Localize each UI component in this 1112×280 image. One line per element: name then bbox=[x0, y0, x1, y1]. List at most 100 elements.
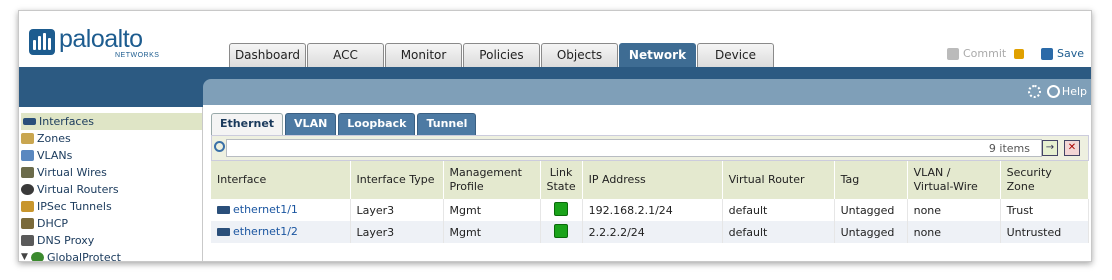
search-icon bbox=[214, 141, 225, 152]
paloalto-logo: paloalto NETWORKS bbox=[29, 25, 179, 59]
col-tag[interactable]: Tag bbox=[834, 161, 908, 199]
sidebar-item-dns-proxy[interactable]: DNS Proxy bbox=[19, 232, 202, 249]
main-panel: Ethernet VLAN Loopback Tunnel 9 items → … bbox=[203, 105, 1091, 261]
help-button[interactable]: Help bbox=[1046, 85, 1087, 98]
sidebar-item-ipsec-tunnels[interactable]: IPSec Tunnels bbox=[19, 198, 202, 215]
sidebar-item-label: GlobalProtect bbox=[47, 251, 121, 262]
col-vlan-virtual-wire[interactable]: VLAN / Virtual-Wire bbox=[907, 161, 1001, 199]
interface-name[interactable]: ethernet1/1 bbox=[233, 203, 298, 216]
router-icon bbox=[21, 184, 34, 195]
cell-virtual-router: default bbox=[722, 221, 835, 243]
link-up-icon bbox=[554, 201, 569, 216]
vlan-icon bbox=[21, 150, 34, 161]
refresh-icon[interactable] bbox=[1027, 85, 1041, 98]
save-button[interactable]: Save bbox=[1041, 47, 1084, 60]
sidebar-item-label: Zones bbox=[37, 132, 71, 145]
brand-name: paloalto bbox=[59, 25, 143, 53]
commit-icon bbox=[947, 47, 959, 60]
subtab-loopback[interactable]: Loopback bbox=[338, 113, 416, 135]
interface-subtabs: Ethernet VLAN Loopback Tunnel bbox=[211, 113, 477, 135]
ethernet-icon bbox=[23, 118, 36, 125]
cell-tag: Untagged bbox=[834, 199, 908, 221]
sidebar-item-label: Virtual Wires bbox=[37, 166, 107, 179]
cell-security-zone: Trust bbox=[1000, 199, 1090, 221]
save-label: Save bbox=[1057, 47, 1085, 60]
commit-label: Commit bbox=[963, 47, 1007, 60]
items-count: 9 items bbox=[988, 142, 1030, 155]
tab-policies[interactable]: Policies bbox=[463, 43, 540, 67]
cell-virtual-router: default bbox=[722, 199, 835, 221]
subtab-vlan[interactable]: VLAN bbox=[285, 113, 337, 135]
commit-button[interactable]: Commit bbox=[947, 47, 1025, 60]
cell-interface[interactable]: ethernet1/2 bbox=[211, 221, 351, 243]
apply-filter-button[interactable]: → bbox=[1042, 140, 1058, 156]
tunnel-icon bbox=[21, 201, 34, 212]
paloalto-logo-icon bbox=[29, 29, 55, 55]
tab-monitor[interactable]: Monitor bbox=[385, 43, 462, 67]
filter-input[interactable] bbox=[226, 139, 1042, 157]
interfaces-table: Interface Interface Type Management Prof… bbox=[211, 161, 1090, 243]
tab-objects[interactable]: Objects bbox=[541, 43, 618, 67]
tab-acc[interactable]: ACC bbox=[307, 43, 384, 67]
col-interface-type[interactable]: Interface Type bbox=[350, 161, 444, 199]
lock-icon[interactable] bbox=[1014, 48, 1025, 59]
col-security-zone[interactable]: Security Zone bbox=[1000, 161, 1090, 199]
subtab-tunnel[interactable]: Tunnel bbox=[417, 113, 477, 135]
expand-caret-icon[interactable]: ▼ bbox=[21, 249, 28, 261]
cell-management-profile: Mgmt bbox=[443, 221, 541, 243]
filter-bar: 9 items → ✕ bbox=[211, 135, 1089, 161]
sidebar-item-vlans[interactable]: VLANs bbox=[19, 147, 202, 164]
interface-link[interactable]: ethernet1/2 bbox=[217, 225, 298, 238]
col-management-profile[interactable]: Management Profile bbox=[443, 161, 541, 199]
tab-device[interactable]: Device bbox=[697, 43, 774, 67]
virtual-wire-icon bbox=[21, 167, 34, 178]
cell-interface-type: Layer3 bbox=[350, 199, 444, 221]
sidebar-item-interfaces[interactable]: Interfaces bbox=[21, 113, 202, 130]
cell-management-profile: Mgmt bbox=[443, 199, 541, 221]
table-row[interactable]: ethernet1/1 Layer3 Mgmt 192.168.2.1/24 d… bbox=[211, 199, 1090, 221]
interface-name[interactable]: ethernet1/2 bbox=[233, 225, 298, 238]
subtab-ethernet[interactable]: Ethernet bbox=[211, 113, 284, 135]
cell-interface[interactable]: ethernet1/1 bbox=[211, 199, 351, 221]
cell-interface-type: Layer3 bbox=[350, 221, 444, 243]
interface-link[interactable]: ethernet1/1 bbox=[217, 203, 298, 216]
cell-link-state bbox=[540, 221, 583, 243]
col-link-state[interactable]: Link State bbox=[540, 161, 583, 199]
sidebar-item-dhcp[interactable]: DHCP bbox=[19, 215, 202, 232]
cell-vlan: none bbox=[907, 199, 1001, 221]
ethernet-port-icon bbox=[217, 227, 230, 236]
ethernet-port-icon bbox=[217, 205, 230, 214]
cell-link-state bbox=[540, 199, 583, 221]
brand-tagline: NETWORKS bbox=[115, 52, 160, 59]
zones-icon bbox=[21, 133, 34, 144]
col-interface[interactable]: Interface bbox=[211, 161, 351, 199]
globe-icon bbox=[31, 252, 44, 261]
content-header-bar: Help bbox=[203, 79, 1091, 105]
tab-dashboard[interactable]: Dashboard bbox=[229, 43, 306, 67]
sidebar-item-globalprotect[interactable]: ▼ GlobalProtect bbox=[19, 249, 202, 262]
sidebar-item-label: DHCP bbox=[37, 217, 69, 230]
sidebar-item-label: Interfaces bbox=[39, 115, 94, 128]
sidebar-item-zones[interactable]: Zones bbox=[19, 130, 202, 147]
top-header: paloalto NETWORKS Dashboard ACC Monitor … bbox=[19, 11, 1091, 67]
sidebar-item-virtual-wires[interactable]: Virtual Wires bbox=[19, 164, 202, 181]
link-up-icon bbox=[554, 223, 569, 238]
col-ip-address[interactable]: IP Address bbox=[582, 161, 723, 199]
sidebar-item-label: DNS Proxy bbox=[37, 234, 95, 247]
table-row[interactable]: ethernet1/2 Layer3 Mgmt 2.2.2.2/24 defau… bbox=[211, 221, 1090, 243]
main-tabs: Dashboard ACC Monitor Policies Objects N… bbox=[229, 43, 775, 67]
cell-vlan: none bbox=[907, 221, 1001, 243]
cell-tag: Untagged bbox=[834, 221, 908, 243]
tab-network[interactable]: Network bbox=[619, 43, 696, 67]
help-icon bbox=[1046, 85, 1060, 98]
cell-ip-address: 2.2.2.2/24 bbox=[582, 221, 723, 243]
sidebar-item-label: IPSec Tunnels bbox=[37, 200, 112, 213]
dhcp-icon bbox=[21, 218, 34, 229]
col-virtual-router[interactable]: Virtual Router bbox=[722, 161, 835, 199]
sidebar-item-label: Virtual Routers bbox=[37, 183, 119, 196]
clear-filter-button[interactable]: ✕ bbox=[1064, 140, 1080, 156]
save-icon bbox=[1041, 47, 1053, 60]
sidebar: Interfaces Zones VLANs Virtual Wires Vir… bbox=[19, 107, 203, 262]
cell-ip-address: 192.168.2.1/24 bbox=[582, 199, 723, 221]
sidebar-item-virtual-routers[interactable]: Virtual Routers bbox=[19, 181, 202, 198]
